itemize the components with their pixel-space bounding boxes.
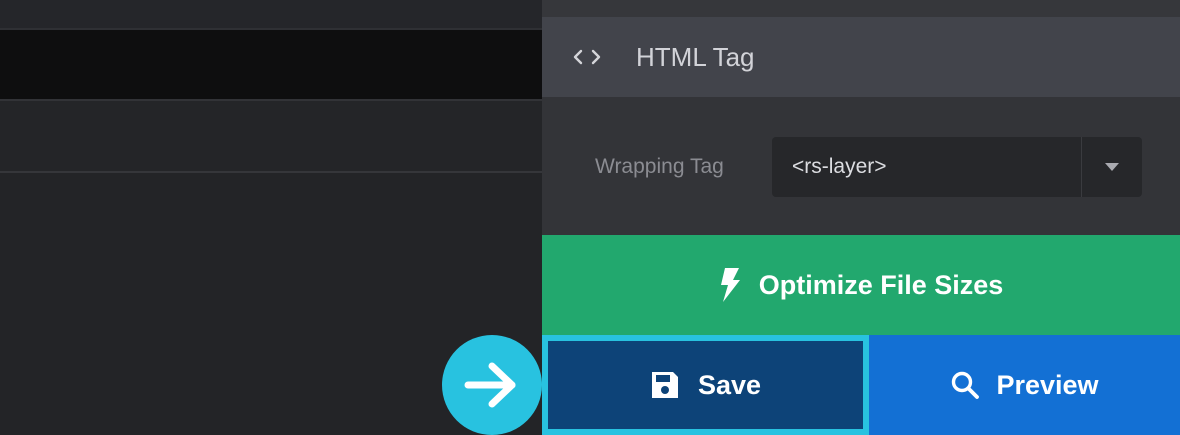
panel-top-strip <box>542 0 1180 17</box>
preview-label: Preview <box>996 369 1099 400</box>
preview-button[interactable]: Preview <box>869 335 1180 435</box>
code-brackets-icon <box>572 47 604 67</box>
html-tag-settings: Wrapping Tag <rs-layer> <box>542 97 1180 235</box>
editor-window: HTML Tag Wrapping Tag <rs-layer> Optimiz… <box>0 0 1180 435</box>
lightning-bolt-icon <box>719 268 741 302</box>
wrapping-tag-select[interactable]: <rs-layer> <box>772 137 1142 197</box>
settings-panel: HTML Tag Wrapping Tag <rs-layer> Optimiz… <box>542 0 1180 435</box>
floppy-disk-icon <box>650 370 680 400</box>
arrow-right-icon <box>442 335 542 435</box>
save-label: Save <box>697 369 762 400</box>
caret-down-icon[interactable] <box>1082 162 1142 172</box>
magnifier-icon <box>950 370 980 400</box>
wrapping-tag-label: Wrapping Tag <box>595 155 724 178</box>
canvas-layer-row <box>0 101 542 173</box>
wrapping-tag-value: <rs-layer> <box>792 155 887 178</box>
optimize-file-sizes-button[interactable]: Optimize File Sizes <box>542 235 1180 335</box>
html-tag-section-header[interactable]: HTML Tag <box>542 17 1180 97</box>
canvas-stage-row <box>0 30 542 101</box>
canvas-toolbar-row <box>0 0 542 30</box>
section-title: HTML Tag <box>636 41 755 72</box>
optimize-label: Optimize File Sizes <box>758 269 1004 300</box>
save-button[interactable]: Save <box>542 335 869 435</box>
